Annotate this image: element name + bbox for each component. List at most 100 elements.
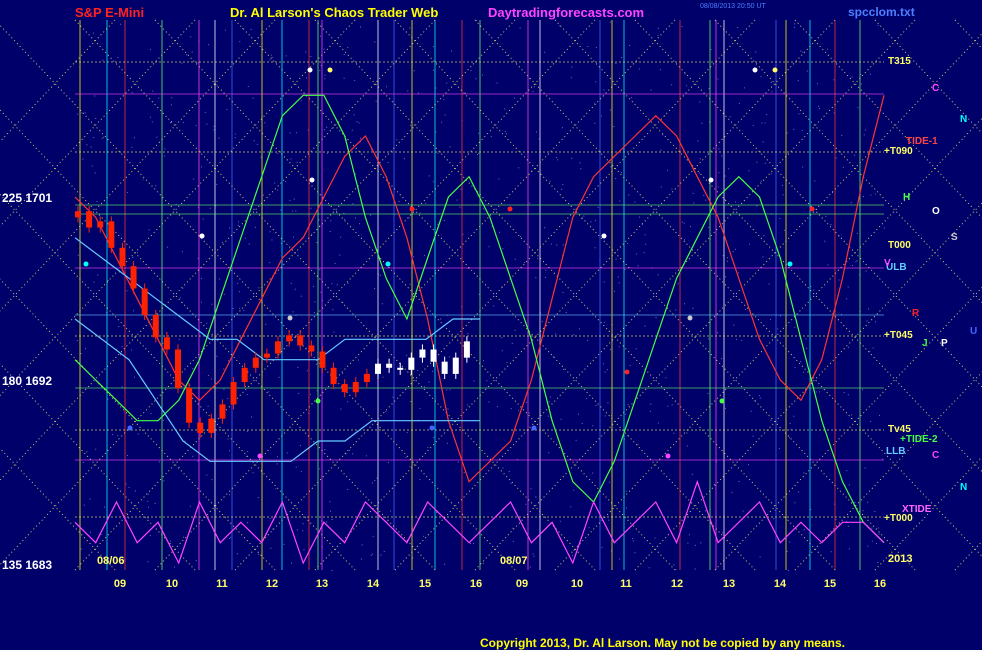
glyph-r: R bbox=[912, 308, 920, 319]
star bbox=[544, 227, 546, 229]
star bbox=[864, 467, 866, 469]
star bbox=[869, 351, 871, 353]
star bbox=[94, 172, 96, 174]
star bbox=[520, 236, 522, 238]
star bbox=[689, 226, 691, 228]
star bbox=[247, 430, 249, 432]
star bbox=[760, 76, 762, 78]
star bbox=[802, 371, 804, 373]
star bbox=[677, 283, 679, 285]
star bbox=[526, 401, 528, 403]
star bbox=[725, 276, 727, 278]
star bbox=[764, 122, 766, 124]
star bbox=[218, 137, 220, 139]
star bbox=[734, 248, 736, 250]
star bbox=[326, 521, 328, 523]
star bbox=[239, 307, 241, 309]
price-candle bbox=[275, 341, 281, 354]
star bbox=[533, 555, 535, 557]
star bbox=[556, 244, 558, 246]
star bbox=[224, 29, 226, 31]
star bbox=[691, 473, 693, 475]
star bbox=[258, 553, 260, 555]
star bbox=[271, 56, 273, 58]
star bbox=[213, 129, 215, 131]
chart-marker bbox=[315, 398, 321, 404]
star bbox=[245, 455, 247, 457]
star bbox=[229, 538, 231, 540]
star bbox=[91, 165, 93, 167]
star bbox=[323, 129, 325, 131]
star bbox=[326, 126, 328, 128]
label-tide2: +TIDE-2 bbox=[900, 434, 938, 445]
price-candle bbox=[152, 314, 159, 338]
price-candle bbox=[352, 382, 359, 393]
star bbox=[410, 400, 412, 402]
star bbox=[506, 361, 508, 363]
star bbox=[496, 82, 498, 84]
star bbox=[181, 62, 183, 64]
label-t045: +T045 bbox=[884, 330, 913, 341]
star bbox=[727, 257, 729, 259]
star bbox=[302, 530, 304, 532]
star bbox=[319, 269, 321, 271]
star bbox=[289, 132, 291, 134]
star bbox=[595, 404, 597, 406]
star bbox=[470, 70, 472, 72]
star bbox=[349, 449, 351, 451]
star bbox=[250, 28, 252, 30]
star bbox=[407, 90, 409, 92]
star bbox=[164, 155, 166, 157]
hour-label: 12 bbox=[266, 578, 278, 590]
star bbox=[120, 23, 122, 25]
hour-label: 15 bbox=[419, 578, 431, 590]
star bbox=[613, 125, 615, 127]
star bbox=[556, 156, 558, 158]
star bbox=[830, 551, 832, 553]
star bbox=[699, 158, 701, 160]
star bbox=[316, 241, 318, 243]
star bbox=[428, 175, 430, 177]
star bbox=[557, 159, 559, 161]
star bbox=[419, 479, 421, 481]
date-label-0807: 08/07 bbox=[500, 555, 528, 567]
star bbox=[874, 511, 876, 513]
star bbox=[855, 261, 857, 263]
star bbox=[514, 329, 516, 331]
star bbox=[562, 184, 564, 186]
star bbox=[750, 410, 752, 412]
star bbox=[708, 88, 710, 90]
star bbox=[163, 480, 165, 482]
star bbox=[683, 222, 685, 224]
star bbox=[603, 89, 605, 91]
glyph-h: H bbox=[903, 192, 911, 203]
star bbox=[802, 51, 804, 53]
star bbox=[126, 455, 128, 457]
star bbox=[559, 520, 561, 522]
star bbox=[675, 569, 677, 571]
hour-label: 11 bbox=[620, 578, 632, 590]
star bbox=[156, 136, 158, 138]
star bbox=[80, 353, 82, 355]
star bbox=[270, 54, 272, 56]
star bbox=[295, 466, 297, 468]
star bbox=[650, 403, 652, 405]
star bbox=[777, 328, 779, 330]
star bbox=[634, 552, 636, 554]
star bbox=[310, 56, 312, 58]
star bbox=[502, 248, 504, 250]
star bbox=[671, 404, 673, 406]
star bbox=[149, 535, 151, 537]
site-name[interactable]: Daytradingforecasts.com bbox=[488, 5, 644, 20]
star bbox=[518, 167, 520, 169]
star bbox=[883, 227, 885, 229]
price-candle bbox=[297, 335, 304, 346]
chart-marker bbox=[327, 67, 333, 73]
star bbox=[334, 262, 336, 264]
star bbox=[386, 86, 388, 88]
price-candle bbox=[430, 349, 437, 362]
star bbox=[618, 282, 620, 284]
star bbox=[412, 557, 414, 559]
star bbox=[133, 137, 135, 139]
star bbox=[336, 284, 338, 286]
